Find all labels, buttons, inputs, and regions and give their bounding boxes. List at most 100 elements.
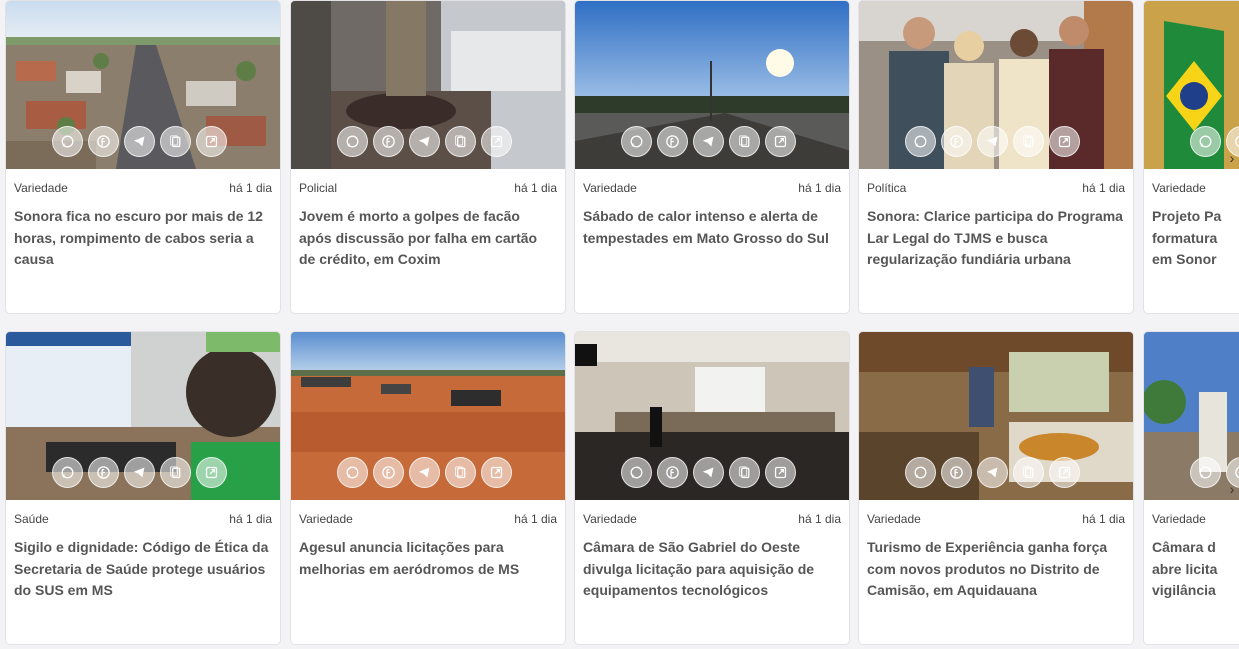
external-link-share-button[interactable] <box>765 126 796 157</box>
news-title[interactable]: Projeto Pa formatura em Sonor <box>1152 206 1222 271</box>
whatsapp-share-button[interactable] <box>337 126 368 157</box>
whatsapp-share-button[interactable] <box>905 457 936 488</box>
copy-share-button[interactable] <box>729 126 760 157</box>
news-thumbnail[interactable] <box>575 332 849 500</box>
copy-share-button[interactable] <box>1013 126 1044 157</box>
news-category[interactable]: Variedade <box>1152 512 1206 526</box>
copy-share-button[interactable] <box>445 126 476 157</box>
news-title[interactable]: Câmara d abre licita vigilância <box>1152 537 1222 602</box>
whatsapp-icon <box>1199 135 1212 148</box>
carousel-next-button[interactable]: › <box>1225 479 1239 499</box>
carousel-next-button[interactable]: › <box>1225 148 1239 168</box>
whatsapp-share-button[interactable] <box>905 126 936 157</box>
news-category[interactable]: Saúde <box>14 512 49 526</box>
telegram-share-button[interactable] <box>409 457 440 488</box>
news-card[interactable]: Variedade há 1 dia Turismo de Experiênci… <box>858 331 1134 645</box>
copy-share-button[interactable] <box>160 126 191 157</box>
news-meta: Variedade há 1 dia <box>867 512 1125 526</box>
news-thumbnail[interactable] <box>859 1 1133 169</box>
external-link-share-button[interactable] <box>196 126 227 157</box>
facebook-icon <box>97 466 110 479</box>
news-card[interactable]: Política há 1 dia Sonora: Clarice partic… <box>858 0 1134 314</box>
news-category[interactable]: Variedade <box>299 512 353 526</box>
whatsapp-share-button[interactable] <box>621 457 652 488</box>
whatsapp-share-button[interactable] <box>621 126 652 157</box>
copy-share-button[interactable] <box>729 457 760 488</box>
news-thumbnail[interactable] <box>6 1 280 169</box>
news-thumbnail[interactable] <box>1144 1 1239 169</box>
copy-share-button[interactable] <box>160 457 191 488</box>
news-time: há 1 dia <box>798 181 841 195</box>
external-link-share-button[interactable] <box>481 457 512 488</box>
facebook-share-button[interactable] <box>373 457 404 488</box>
facebook-share-button[interactable] <box>657 457 688 488</box>
news-card[interactable]: Saúde há 1 dia Sigilo e dignidade: Códig… <box>5 331 281 645</box>
telegram-icon <box>133 467 145 478</box>
external-link-share-button[interactable] <box>481 126 512 157</box>
news-title[interactable]: Sonora fica no escuro por mais de 12 hor… <box>14 206 270 271</box>
external-link-share-button[interactable] <box>1049 457 1080 488</box>
news-category[interactable]: Variedade <box>1152 181 1206 195</box>
whatsapp-icon <box>914 135 927 148</box>
facebook-share-button[interactable] <box>373 126 404 157</box>
external-link-icon <box>490 466 503 479</box>
whatsapp-share-button[interactable] <box>1190 126 1221 157</box>
news-card[interactable]: Variedade há 1 dia Sábado de calor inten… <box>574 0 850 314</box>
telegram-share-button[interactable] <box>693 126 724 157</box>
news-title[interactable]: Sábado de calor intenso e alerta de temp… <box>583 206 839 249</box>
news-card[interactable]: Variedade há 1 dia Sonora fica no escuro… <box>5 0 281 314</box>
news-time: há 1 dia <box>1082 512 1125 526</box>
news-card[interactable]: Policial há 1 dia Jovem é morto a golpes… <box>290 0 566 314</box>
news-title[interactable]: Sigilo e dignidade: Código de Ética da S… <box>14 537 270 602</box>
external-link-icon <box>774 466 787 479</box>
copy-icon <box>170 466 181 479</box>
news-card[interactable]: Variedade há 1 dia Agesul anuncia licita… <box>290 331 566 645</box>
facebook-icon <box>97 135 110 148</box>
news-thumbnail[interactable] <box>291 332 565 500</box>
news-thumbnail[interactable] <box>575 1 849 169</box>
telegram-share-button[interactable] <box>409 126 440 157</box>
news-title[interactable]: Sonora: Clarice participa do Programa La… <box>867 206 1123 271</box>
facebook-share-button[interactable] <box>941 126 972 157</box>
news-thumbnail[interactable] <box>1144 332 1239 500</box>
copy-share-button[interactable] <box>1013 457 1044 488</box>
facebook-share-button[interactable] <box>88 126 119 157</box>
whatsapp-share-button[interactable] <box>337 457 368 488</box>
news-category[interactable]: Policial <box>299 181 337 195</box>
news-title[interactable]: Turismo de Experiência ganha força com n… <box>867 537 1123 602</box>
news-thumbnail[interactable] <box>859 332 1133 500</box>
external-link-icon <box>205 466 218 479</box>
telegram-share-button[interactable] <box>124 126 155 157</box>
news-category[interactable]: Variedade <box>14 181 68 195</box>
external-link-share-button[interactable] <box>196 457 227 488</box>
external-link-share-button[interactable] <box>765 457 796 488</box>
news-category[interactable]: Variedade <box>583 181 637 195</box>
whatsapp-share-button[interactable] <box>52 457 83 488</box>
news-title[interactable]: Agesul anuncia licitações para melhorias… <box>299 537 555 580</box>
telegram-share-button[interactable] <box>977 457 1008 488</box>
news-category[interactable]: Variedade <box>583 512 637 526</box>
news-card[interactable]: Variedade há 1 dia Câmara de São Gabriel… <box>574 331 850 645</box>
news-thumbnail[interactable] <box>291 1 565 169</box>
news-title[interactable]: Jovem é morto a golpes de facão após dis… <box>299 206 555 271</box>
copy-share-button[interactable] <box>445 457 476 488</box>
whatsapp-share-button[interactable] <box>1190 457 1221 488</box>
facebook-share-button[interactable] <box>88 457 119 488</box>
news-category[interactable]: Variedade <box>867 512 921 526</box>
facebook-share-button[interactable] <box>941 457 972 488</box>
news-category[interactable]: Política <box>867 181 906 195</box>
telegram-share-button[interactable] <box>124 457 155 488</box>
whatsapp-share-button[interactable] <box>52 126 83 157</box>
news-thumbnail[interactable] <box>6 332 280 500</box>
telegram-icon <box>702 467 714 478</box>
telegram-share-button[interactable] <box>693 457 724 488</box>
external-link-share-button[interactable] <box>1049 126 1080 157</box>
news-title[interactable]: Câmara de São Gabriel do Oeste divulga l… <box>583 537 839 602</box>
facebook-share-button[interactable] <box>657 126 688 157</box>
facebook-icon <box>950 466 963 479</box>
news-meta: Policial há 1 dia <box>299 181 557 195</box>
telegram-icon <box>418 467 430 478</box>
news-meta: Política há 1 dia <box>867 181 1125 195</box>
copy-icon <box>170 135 181 148</box>
telegram-share-button[interactable] <box>977 126 1008 157</box>
